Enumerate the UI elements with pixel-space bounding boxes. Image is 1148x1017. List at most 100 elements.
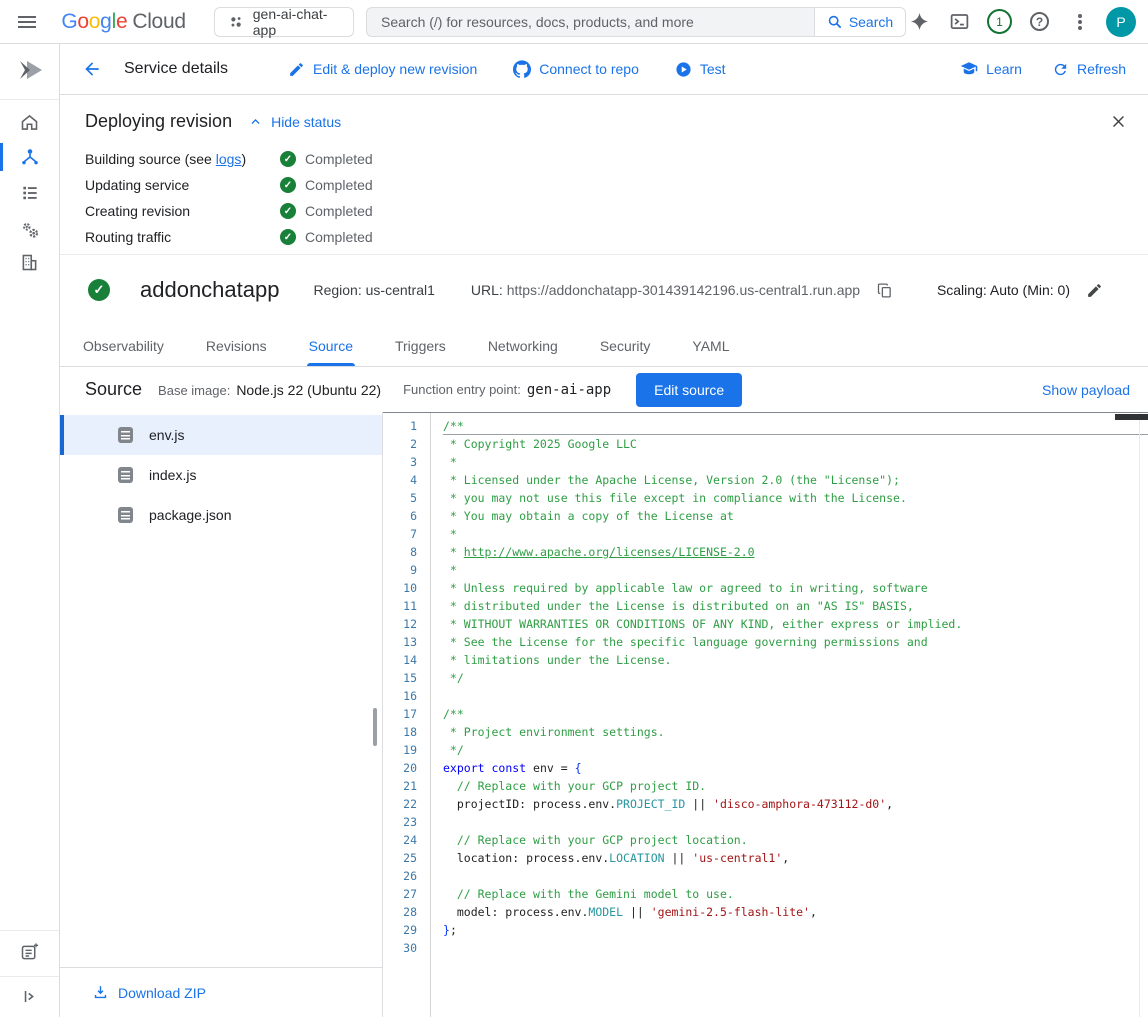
file-item-index.js[interactable]: index.js: [60, 455, 382, 495]
avatar[interactable]: P: [1106, 7, 1136, 37]
search-button-label: Search: [849, 14, 893, 30]
learn-button[interactable]: Learn: [960, 60, 1022, 78]
tab-security[interactable]: Security: [598, 325, 653, 366]
code-line[interactable]: *: [443, 561, 1148, 579]
tab-revisions[interactable]: Revisions: [204, 325, 269, 366]
release-notes-button[interactable]: [0, 934, 59, 970]
notification-count-badge[interactable]: 1: [986, 8, 1013, 35]
gears-icon: [19, 219, 41, 241]
editor-scrollbar-mark: [1115, 414, 1148, 420]
code-line[interactable]: [443, 939, 1148, 957]
code-line[interactable]: * WITHOUT WARRANTIES OR CONDITIONS OF AN…: [443, 615, 1148, 633]
tab-source[interactable]: Source: [307, 325, 355, 366]
code-line[interactable]: */: [443, 741, 1148, 759]
refresh-button[interactable]: Refresh: [1052, 61, 1126, 78]
code-line[interactable]: /**: [443, 705, 1148, 723]
code-line[interactable]: [443, 867, 1148, 885]
tab-triggers[interactable]: Triggers: [393, 325, 448, 366]
code-line[interactable]: // Replace with your GCP project ID.: [443, 777, 1148, 795]
step-status: Completed: [280, 229, 373, 245]
back-button[interactable]: [80, 57, 104, 81]
edit-deploy-button[interactable]: Edit & deploy new revision: [288, 61, 477, 78]
edit-source-button[interactable]: Edit source: [636, 373, 742, 407]
connect-to-repo-button[interactable]: Connect to repo: [513, 60, 639, 78]
sidebar-item-home[interactable]: [0, 104, 59, 140]
sidebar-item-worker-pools[interactable]: [0, 212, 59, 248]
sidebar-item-services[interactable]: [0, 139, 59, 175]
topbar-icons: 1 P: [906, 7, 1136, 37]
code-line[interactable]: projectID: process.env.PROJECT_ID || 'di…: [443, 795, 1148, 813]
line-number: 4: [383, 471, 430, 489]
code-line[interactable]: /**: [443, 417, 1148, 435]
check-circle-icon: [280, 177, 296, 193]
code-line[interactable]: * distributed under the License is distr…: [443, 597, 1148, 615]
file-item-package.json[interactable]: package.json: [60, 495, 382, 535]
code-line[interactable]: * Copyright 2025 Google LLC: [443, 435, 1148, 453]
code-line[interactable]: * Project environment settings.: [443, 723, 1148, 741]
edit-scaling-button[interactable]: [1082, 278, 1106, 302]
code-line[interactable]: export const env = {: [443, 759, 1148, 777]
tab-yaml[interactable]: YAML: [690, 325, 731, 366]
file-list: env.jsindex.jspackage.json: [60, 415, 382, 535]
download-zip-button[interactable]: Download ZIP: [60, 967, 382, 1017]
code-line[interactable]: * You may obtain a copy of the License a…: [443, 507, 1148, 525]
code-line[interactable]: * you may not use this file except in co…: [443, 489, 1148, 507]
project-selector[interactable]: gen-ai-chat-app: [214, 7, 354, 37]
line-number: 15: [383, 669, 430, 687]
code-line[interactable]: */: [443, 669, 1148, 687]
sidebar-item-integrations[interactable]: [0, 244, 59, 280]
code-line[interactable]: [443, 813, 1148, 831]
help-icon[interactable]: [1026, 8, 1053, 35]
service-status-check-icon: [88, 279, 110, 301]
editor-scrollbar-track[interactable]: [1139, 413, 1140, 1017]
search-input[interactable]: [366, 7, 814, 37]
cloud-shell-icon[interactable]: [946, 8, 973, 35]
search-button[interactable]: Search: [814, 7, 906, 37]
code-line[interactable]: * http://www.apache.org/licenses/LICENSE…: [443, 543, 1148, 561]
cloud-logo-word: Cloud: [132, 10, 185, 34]
file-item-env.js[interactable]: env.js: [60, 415, 382, 455]
step-label: Updating service: [85, 177, 280, 193]
search-bar: Search: [366, 7, 906, 37]
logs-link[interactable]: logs: [216, 151, 242, 167]
line-number: 20: [383, 759, 430, 777]
tab-observability[interactable]: Observability: [81, 325, 166, 366]
google-logo-word: Google: [61, 10, 127, 34]
more-vertical-icon[interactable]: [1066, 8, 1093, 35]
check-circle-icon: [280, 203, 296, 219]
home-icon: [19, 112, 40, 133]
code-line[interactable]: * See the License for the specific langu…: [443, 633, 1148, 651]
file-panel: env.jsindex.jspackage.json Download ZIP: [60, 412, 382, 1017]
line-number: 30: [383, 939, 430, 957]
line-number: 22: [383, 795, 430, 813]
tab-networking[interactable]: Networking: [486, 325, 560, 366]
expand-panel-button[interactable]: [0, 978, 59, 1014]
gemini-spark-icon[interactable]: [906, 8, 933, 35]
code-line[interactable]: // Replace with your GCP project locatio…: [443, 831, 1148, 849]
github-icon: [513, 60, 531, 78]
test-button[interactable]: Test: [675, 61, 726, 78]
main-content: Service details Edit & deploy new revisi…: [60, 44, 1148, 1017]
show-payload-link[interactable]: Show payload: [1042, 382, 1130, 398]
code-line[interactable]: };: [443, 921, 1148, 939]
code-line[interactable]: location: process.env.LOCATION || 'us-ce…: [443, 849, 1148, 867]
editor-code: /** * Copyright 2025 Google LLC * * Lice…: [431, 413, 1148, 1017]
code-line[interactable]: *: [443, 525, 1148, 543]
copy-url-button[interactable]: [872, 278, 896, 302]
code-line[interactable]: * Licensed under the Apache License, Ver…: [443, 471, 1148, 489]
list-icon: [20, 183, 40, 203]
google-cloud-logo[interactable]: Google Cloud: [61, 10, 185, 34]
menu-icon[interactable]: [16, 10, 37, 34]
code-line[interactable]: model: process.env.MODEL || 'gemini-2.5-…: [443, 903, 1148, 921]
step-status-text: Completed: [305, 229, 373, 245]
hide-status-toggle[interactable]: Hide status: [248, 114, 341, 130]
file-panel-scrollbar[interactable]: [373, 708, 377, 746]
code-line[interactable]: *: [443, 453, 1148, 471]
close-icon[interactable]: [1106, 109, 1130, 133]
code-line[interactable]: * Unless required by applicable law or a…: [443, 579, 1148, 597]
code-line[interactable]: * limitations under the License.: [443, 651, 1148, 669]
cloud-run-logo[interactable]: [0, 52, 59, 88]
code-line[interactable]: [443, 687, 1148, 705]
sidebar-item-jobs[interactable]: [0, 175, 59, 211]
code-line[interactable]: // Replace with the Gemini model to use.: [443, 885, 1148, 903]
